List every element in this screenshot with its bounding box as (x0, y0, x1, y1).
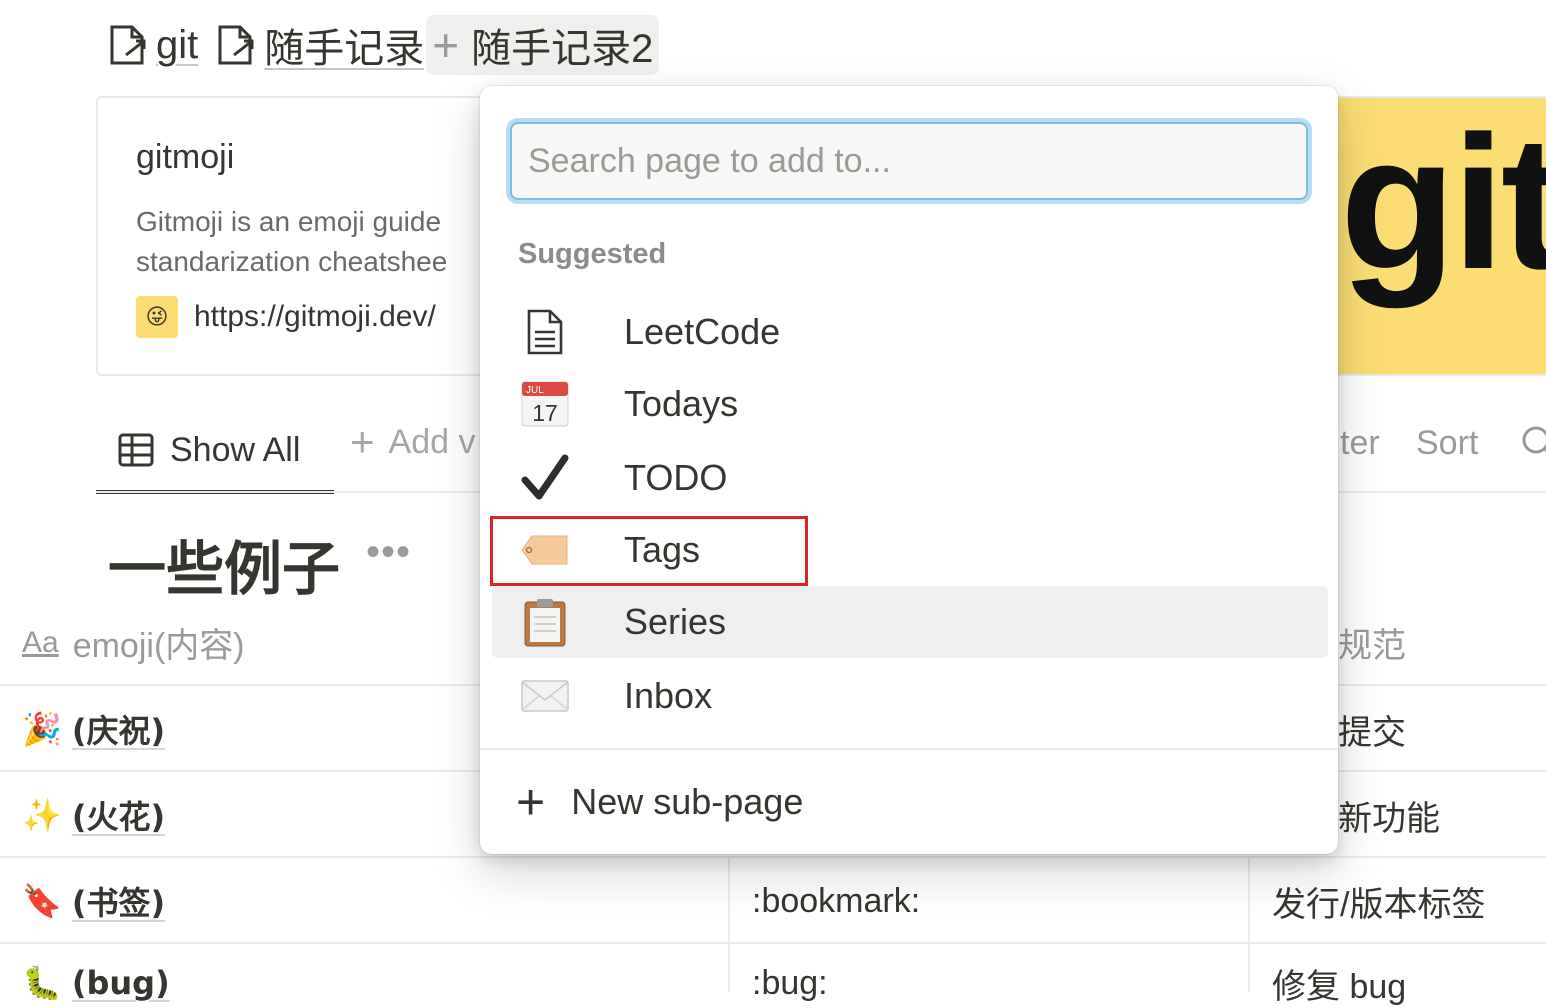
new-page-chip-label: 随手记录2 (471, 27, 654, 71)
plus-icon: + (432, 19, 460, 71)
menu-item-label: LeetCode (624, 311, 781, 352)
new-subpage-label: New sub-page (571, 781, 804, 822)
row-desc[interactable]: 发行/版本标签 (1272, 876, 1485, 926)
row-code[interactable]: :bookmark: (752, 876, 920, 926)
row-name-text: (bug) (71, 964, 170, 1002)
highlight-annotation (490, 516, 808, 586)
plus-icon: + (350, 418, 375, 465)
search-icon[interactable] (1518, 422, 1546, 467)
clipboard-icon (520, 597, 570, 647)
envelope-icon (520, 671, 570, 721)
new-subpage-button[interactable]: + New sub-page (516, 772, 803, 832)
checkmark-icon (520, 453, 570, 503)
row-name-text: (火花) (71, 798, 166, 836)
column-header-spec[interactable]: 规范 (1338, 618, 1406, 667)
text-property-icon: Aa (22, 625, 59, 659)
bookmark-url-text: https://gitmoji.dev/ (194, 300, 436, 333)
table-divider (0, 942, 1546, 944)
more-options-icon[interactable]: ••• (366, 530, 411, 575)
table-divider (0, 856, 1546, 858)
menu-item-label: Series (624, 601, 727, 642)
table-row-name[interactable]: ✨ (火花) (22, 790, 165, 840)
tab-show-all[interactable]: Show All (96, 410, 334, 494)
database-title[interactable]: 一些例子 (108, 522, 340, 606)
plus-icon: + (516, 774, 546, 830)
favicon-icon: 😜 (136, 296, 178, 338)
column-header-label: emoji(内容) (72, 627, 245, 665)
table-row-name[interactable]: 🔖 (书签) (22, 876, 165, 926)
page-link-label: git (156, 22, 199, 67)
page-link-icon (218, 25, 254, 65)
new-page-chip[interactable]: + 随手记录2 (426, 15, 660, 75)
bookmark-title: gitmoji (136, 138, 235, 176)
bookmark-cover-image: git (1336, 98, 1546, 374)
column-divider (728, 856, 730, 992)
row-desc[interactable]: 提交 (1338, 704, 1406, 754)
column-header-label: 规范 (1338, 627, 1406, 665)
sort-button[interactable]: Sort (1416, 424, 1478, 463)
breadcrumb-links: git 随手记录 + 随手记录2 (104, 14, 660, 76)
column-divider (1248, 856, 1250, 992)
bug-icon: 🐛 (22, 964, 62, 1002)
page-link-git[interactable]: git (104, 21, 198, 69)
add-view-button[interactable]: + Add v (350, 418, 475, 466)
menu-item-todays[interactable]: JUL 17 Todays (492, 368, 1328, 440)
suggested-header: Suggested (518, 238, 667, 270)
bookmark-description: Gitmoji is an emoji guide standarization… (136, 202, 516, 282)
row-code[interactable]: :bug: (752, 958, 828, 1008)
party-popper-icon: 🎉 (22, 710, 62, 748)
table-icon (118, 433, 154, 467)
page-link-icon (110, 25, 146, 65)
row-desc[interactable]: 新功能 (1338, 790, 1440, 840)
menu-item-leetcode[interactable]: LeetCode (492, 296, 1328, 368)
sparkles-icon: ✨ (22, 796, 62, 834)
search-input[interactable] (512, 124, 1306, 198)
row-desc[interactable]: 修复 bug (1272, 958, 1406, 1008)
popup-divider (480, 748, 1338, 750)
move-to-page-popup: Suggested LeetCode JUL 17 Todays (480, 86, 1338, 854)
menu-item-label: TODO (624, 457, 728, 498)
menu-item-todo[interactable]: TODO (492, 442, 1328, 514)
menu-item-label: Inbox (624, 675, 713, 716)
bookmark-tag-icon: 🔖 (22, 882, 62, 920)
tab-show-all-label: Show All (170, 430, 301, 469)
calendar-icon: JUL 17 (520, 379, 570, 429)
add-view-label: Add v (388, 422, 476, 461)
table-row-name[interactable]: 🐛 (bug) (22, 958, 170, 1008)
bookmark-cover-text: git (1340, 98, 1546, 309)
calendar-month: JUL (526, 385, 544, 396)
page-link-label: 随手记录 (264, 27, 425, 71)
row-name-text: (庆祝) (71, 712, 166, 750)
menu-item-series[interactable]: Series (492, 586, 1328, 658)
search-field[interactable] (510, 122, 1308, 200)
calendar-day: 17 (532, 400, 558, 426)
menu-item-label: Todays (624, 383, 739, 424)
bookmark-url: 😜 https://gitmoji.dev/ (136, 296, 436, 338)
menu-item-inbox[interactable]: Inbox (492, 660, 1328, 732)
filter-button[interactable]: ter (1340, 424, 1380, 463)
document-icon (520, 307, 570, 357)
column-header-emoji[interactable]: Aa emoji(内容) (22, 618, 245, 667)
table-row-name[interactable]: 🎉 (庆祝) (22, 704, 165, 754)
bookmark-description-line: Gitmoji is an emoji guide (136, 206, 442, 237)
bookmark-description-line: standarization cheatshee (136, 246, 448, 277)
row-name-text: (书签) (71, 884, 166, 922)
page-link-notes[interactable]: 随手记录 (212, 16, 424, 74)
